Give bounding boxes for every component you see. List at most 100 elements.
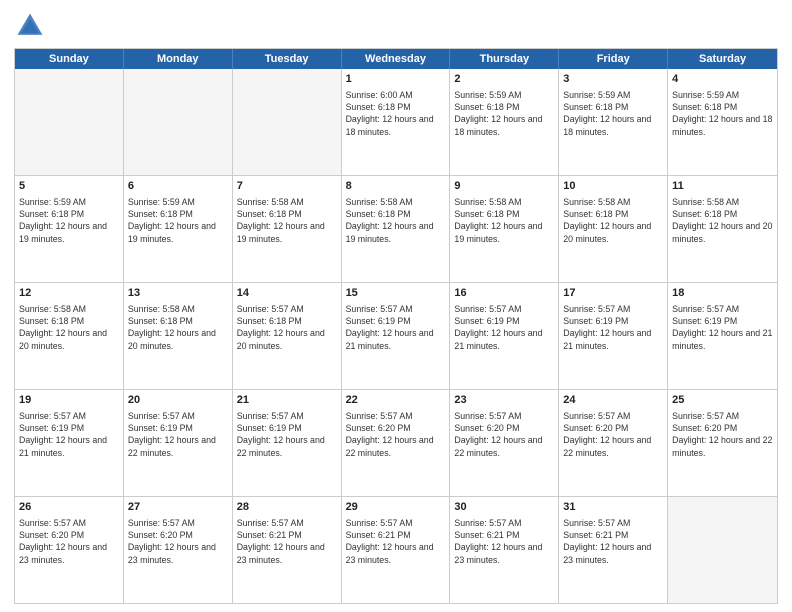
cal-header-day: Friday bbox=[559, 49, 668, 69]
cal-cell: 22Sunrise: 5:57 AM Sunset: 6:20 PM Dayli… bbox=[342, 390, 451, 496]
day-number: 2 bbox=[454, 72, 554, 87]
cal-cell: 5 Sunrise: 5:59 AM Sunset: 6:18 PM Daylig… bbox=[15, 176, 124, 282]
cal-header-day: Saturday bbox=[668, 49, 777, 69]
day-number: 5 bbox=[19, 179, 119, 194]
logo bbox=[14, 10, 50, 42]
cal-cell: 17 Sunrise: 5:57 AM Sunset: 6:19 PM Dayli… bbox=[559, 283, 668, 389]
cal-row: 19 Sunrise: 5:57 AM Sunset: 6:19 PM Dayli… bbox=[15, 389, 777, 496]
cell-content: Sunrise: 5:59 AM Sunset: 6:18 PM Dayligh… bbox=[19, 196, 119, 245]
cell-content: Sunrise: 5:57 AM Sunset: 6:21 PM Dayligh… bbox=[346, 517, 446, 566]
day-number: 8 bbox=[346, 179, 446, 194]
day-number: 16 bbox=[454, 286, 554, 301]
calendar-body: 1 Sunrise: 6:00 AM Sunset: 6:18 PM Daylig… bbox=[15, 69, 777, 603]
cell-content: Sunrise: 5:57 AM Sunset: 6:20 PM Dayligh… bbox=[128, 517, 228, 566]
cal-header-day: Thursday bbox=[450, 49, 559, 69]
cell-content: Sunrise: 5:57 AM Sunset: 6:20 PM Dayligh… bbox=[346, 410, 446, 459]
day-number: 21 bbox=[237, 393, 337, 408]
cell-content: Sunrise: 5:58 AM Sunset: 6:18 PM Dayligh… bbox=[672, 196, 773, 245]
day-number: 6 bbox=[128, 179, 228, 194]
day-number: 10 bbox=[563, 179, 663, 194]
cal-cell: 31Sunrise: 5:57 AM Sunset: 6:21 PM Dayli… bbox=[559, 497, 668, 603]
cell-content: Sunrise: 5:57 AM Sunset: 6:19 PM Dayligh… bbox=[237, 410, 337, 459]
cal-row: 5 Sunrise: 5:59 AM Sunset: 6:18 PM Daylig… bbox=[15, 175, 777, 282]
cell-content: Sunrise: 5:59 AM Sunset: 6:18 PM Dayligh… bbox=[454, 89, 554, 138]
cal-cell: 9 Sunrise: 5:58 AM Sunset: 6:18 PM Daylig… bbox=[450, 176, 559, 282]
cal-cell: 13Sunrise: 5:58 AM Sunset: 6:18 PM Dayli… bbox=[124, 283, 233, 389]
cell-content: Sunrise: 5:58 AM Sunset: 6:18 PM Dayligh… bbox=[128, 303, 228, 352]
cell-content: Sunrise: 5:57 AM Sunset: 6:19 PM Dayligh… bbox=[19, 410, 119, 459]
cell-content: Sunrise: 5:57 AM Sunset: 6:19 PM Dayligh… bbox=[128, 410, 228, 459]
day-number: 19 bbox=[19, 393, 119, 408]
cal-cell: 29 Sunrise: 5:57 AM Sunset: 6:21 PM Dayli… bbox=[342, 497, 451, 603]
day-number: 26 bbox=[19, 500, 119, 515]
cell-content: Sunrise: 5:57 AM Sunset: 6:21 PM Dayligh… bbox=[237, 517, 337, 566]
day-number: 28 bbox=[237, 500, 337, 515]
cell-content: Sunrise: 5:57 AM Sunset: 6:18 PM Dayligh… bbox=[237, 303, 337, 352]
cal-cell: 16 Sunrise: 5:57 AM Sunset: 6:19 PM Dayli… bbox=[450, 283, 559, 389]
cal-cell: 3Sunrise: 5:59 AM Sunset: 6:18 PM Daylig… bbox=[559, 69, 668, 175]
cell-content: Sunrise: 5:57 AM Sunset: 6:19 PM Dayligh… bbox=[563, 303, 663, 352]
day-number: 27 bbox=[128, 500, 228, 515]
cell-content: Sunrise: 5:59 AM Sunset: 6:18 PM Dayligh… bbox=[128, 196, 228, 245]
day-number: 24 bbox=[563, 393, 663, 408]
day-number: 9 bbox=[454, 179, 554, 194]
cal-cell bbox=[668, 497, 777, 603]
cal-cell: 1 Sunrise: 6:00 AM Sunset: 6:18 PM Daylig… bbox=[342, 69, 451, 175]
header bbox=[14, 10, 778, 42]
cell-content: Sunrise: 5:58 AM Sunset: 6:18 PM Dayligh… bbox=[454, 196, 554, 245]
cell-content: Sunrise: 5:57 AM Sunset: 6:19 PM Dayligh… bbox=[346, 303, 446, 352]
day-number: 15 bbox=[346, 286, 446, 301]
cell-content: Sunrise: 5:59 AM Sunset: 6:18 PM Dayligh… bbox=[672, 89, 773, 138]
cal-cell: 2 Sunrise: 5:59 AM Sunset: 6:18 PM Daylig… bbox=[450, 69, 559, 175]
cell-content: Sunrise: 5:57 AM Sunset: 6:19 PM Dayligh… bbox=[454, 303, 554, 352]
day-number: 1 bbox=[346, 72, 446, 87]
cal-header-day: Sunday bbox=[15, 49, 124, 69]
cal-cell: 8 Sunrise: 5:58 AM Sunset: 6:18 PM Daylig… bbox=[342, 176, 451, 282]
cal-cell: 14 Sunrise: 5:57 AM Sunset: 6:18 PM Dayli… bbox=[233, 283, 342, 389]
cell-content: Sunrise: 5:57 AM Sunset: 6:20 PM Dayligh… bbox=[454, 410, 554, 459]
day-number: 17 bbox=[563, 286, 663, 301]
cal-cell: 15 Sunrise: 5:57 AM Sunset: 6:19 PM Dayli… bbox=[342, 283, 451, 389]
cell-content: Sunrise: 5:58 AM Sunset: 6:18 PM Dayligh… bbox=[237, 196, 337, 245]
cell-content: Sunrise: 5:57 AM Sunset: 6:20 PM Dayligh… bbox=[672, 410, 773, 459]
cal-row: 1 Sunrise: 6:00 AM Sunset: 6:18 PM Daylig… bbox=[15, 69, 777, 175]
cell-content: Sunrise: 5:57 AM Sunset: 6:21 PM Dayligh… bbox=[454, 517, 554, 566]
calendar: SundayMondayTuesdayWednesdayThursdayFrid… bbox=[14, 48, 778, 604]
day-number: 14 bbox=[237, 286, 337, 301]
cal-cell: 23Sunrise: 5:57 AM Sunset: 6:20 PM Dayli… bbox=[450, 390, 559, 496]
cal-cell: 7Sunrise: 5:58 AM Sunset: 6:18 PM Daylig… bbox=[233, 176, 342, 282]
page: SundayMondayTuesdayWednesdayThursdayFrid… bbox=[0, 0, 792, 612]
cal-cell: 20 Sunrise: 5:57 AM Sunset: 6:19 PM Dayli… bbox=[124, 390, 233, 496]
day-number: 12 bbox=[19, 286, 119, 301]
cal-cell: 4 Sunrise: 5:59 AM Sunset: 6:18 PM Daylig… bbox=[668, 69, 777, 175]
cal-cell: 19 Sunrise: 5:57 AM Sunset: 6:19 PM Dayli… bbox=[15, 390, 124, 496]
day-number: 18 bbox=[672, 286, 773, 301]
logo-icon bbox=[14, 10, 46, 42]
cal-cell bbox=[15, 69, 124, 175]
cell-content: Sunrise: 6:00 AM Sunset: 6:18 PM Dayligh… bbox=[346, 89, 446, 138]
cell-content: Sunrise: 5:57 AM Sunset: 6:20 PM Dayligh… bbox=[19, 517, 119, 566]
cal-row: 12 Sunrise: 5:58 AM Sunset: 6:18 PM Dayli… bbox=[15, 282, 777, 389]
cal-header-day: Wednesday bbox=[342, 49, 451, 69]
day-number: 20 bbox=[128, 393, 228, 408]
cal-cell bbox=[124, 69, 233, 175]
cal-cell: 18Sunrise: 5:57 AM Sunset: 6:19 PM Dayli… bbox=[668, 283, 777, 389]
cal-header-day: Monday bbox=[124, 49, 233, 69]
cell-content: Sunrise: 5:58 AM Sunset: 6:18 PM Dayligh… bbox=[563, 196, 663, 245]
cal-cell bbox=[233, 69, 342, 175]
cal-cell: 10 Sunrise: 5:58 AM Sunset: 6:18 PM Dayli… bbox=[559, 176, 668, 282]
cal-row: 26 Sunrise: 5:57 AM Sunset: 6:20 PM Dayli… bbox=[15, 496, 777, 603]
cal-cell: 6 Sunrise: 5:59 AM Sunset: 6:18 PM Daylig… bbox=[124, 176, 233, 282]
calendar-header: SundayMondayTuesdayWednesdayThursdayFrid… bbox=[15, 49, 777, 69]
day-number: 30 bbox=[454, 500, 554, 515]
cell-content: Sunrise: 5:58 AM Sunset: 6:18 PM Dayligh… bbox=[346, 196, 446, 245]
cell-content: Sunrise: 5:58 AM Sunset: 6:18 PM Dayligh… bbox=[19, 303, 119, 352]
day-number: 29 bbox=[346, 500, 446, 515]
cal-cell: 30 Sunrise: 5:57 AM Sunset: 6:21 PM Dayli… bbox=[450, 497, 559, 603]
cal-cell: 21 Sunrise: 5:57 AM Sunset: 6:19 PM Dayli… bbox=[233, 390, 342, 496]
day-number: 31 bbox=[563, 500, 663, 515]
cal-header-day: Tuesday bbox=[233, 49, 342, 69]
cal-cell: 24Sunrise: 5:57 AM Sunset: 6:20 PM Dayli… bbox=[559, 390, 668, 496]
day-number: 4 bbox=[672, 72, 773, 87]
cal-cell: 27 Sunrise: 5:57 AM Sunset: 6:20 PM Dayli… bbox=[124, 497, 233, 603]
